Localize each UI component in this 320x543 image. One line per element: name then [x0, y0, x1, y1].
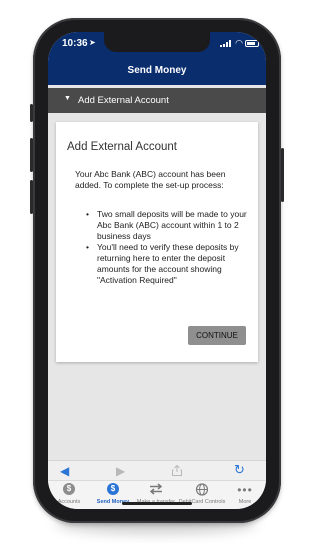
wifi-icon: ◠ — [235, 38, 243, 48]
list-item: You'll need to verify these deposits by … — [82, 242, 248, 286]
location-arrow-icon: ➤ — [89, 38, 96, 47]
notch — [104, 32, 210, 52]
tab-more[interactable]: ••• More — [226, 481, 264, 509]
tab-label: More — [238, 499, 252, 505]
browser-toolbar: ◀ ▶ ↻ — [48, 460, 266, 480]
back-arrow-icon[interactable]: ◀ — [60, 464, 69, 478]
list-item: Two small deposits will be made to your … — [82, 209, 248, 242]
more-dots-icon: ••• — [237, 483, 253, 497]
confirmation-card: Add External Account Your Abc Bank (ABC)… — [56, 122, 258, 362]
mute-switch — [30, 104, 33, 122]
tab-accounts[interactable]: $ Accounts — [50, 481, 88, 509]
cellular-signal-icon — [220, 40, 231, 47]
continue-button[interactable]: CONTINUE — [188, 326, 246, 345]
section-header[interactable]: ▼ Add External Account — [48, 88, 266, 113]
reload-icon[interactable]: ↻ — [234, 462, 245, 478]
volume-down-button — [30, 180, 33, 214]
status-bar: 10:36 ➤ ◠ — [48, 32, 266, 57]
phone-screen: 10:36 ➤ ◠ Send Money ▼ Add External Acco… — [48, 32, 266, 509]
page-title: Send Money — [127, 65, 187, 76]
tab-label: Accounts — [57, 499, 81, 505]
intro-text: Your Abc Bank (ABC) account has been add… — [75, 169, 226, 190]
phone-frame: 10:36 ➤ ◠ Send Money ▼ Add External Acco… — [30, 18, 284, 523]
share-icon[interactable] — [172, 464, 182, 476]
section-label: Add External Account — [78, 95, 169, 106]
forward-arrow-icon[interactable]: ▶ — [116, 464, 125, 478]
debit-card-globe-icon — [176, 483, 228, 499]
power-button — [281, 148, 284, 202]
card-title: Add External Account — [67, 141, 177, 153]
transfer-arrows-icon — [132, 483, 180, 499]
volume-up-button — [30, 138, 33, 172]
send-money-icon: $ — [92, 483, 134, 499]
battery-icon — [245, 40, 259, 47]
home-indicator — [122, 502, 192, 505]
caret-down-icon: ▼ — [64, 95, 71, 102]
steps-list: Two small deposits will be made to your … — [82, 209, 248, 286]
status-time: 10:36 — [62, 38, 88, 49]
app-header: Send Money — [48, 57, 266, 85]
dollar-circle-icon: $ — [50, 483, 88, 499]
